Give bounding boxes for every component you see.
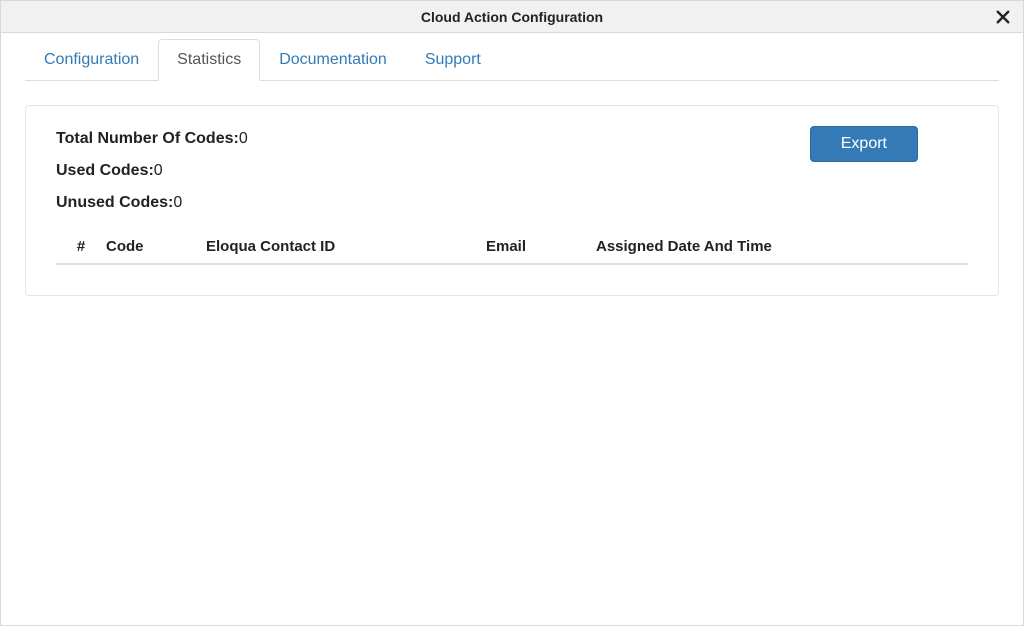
tab-documentation[interactable]: Documentation bbox=[260, 39, 406, 81]
table-header-row: # Code Eloqua Contact ID Email Assigned … bbox=[56, 230, 968, 265]
stat-total-label: Total Number Of Codes: bbox=[56, 130, 239, 147]
stat-unused-value: 0 bbox=[173, 194, 182, 211]
modal-container: Cloud Action Configuration Configuration… bbox=[0, 0, 1024, 626]
col-header-code: Code bbox=[106, 238, 206, 255]
tab-bar: Configuration Statistics Documentation S… bbox=[25, 39, 999, 81]
tab-statistics[interactable]: Statistics bbox=[158, 39, 260, 81]
stat-used-value: 0 bbox=[154, 162, 163, 179]
stat-total-value: 0 bbox=[239, 130, 248, 147]
modal-body: Configuration Statistics Documentation S… bbox=[1, 33, 1023, 625]
stats-block: Total Number Of Codes:0 Used Codes:0 Unu… bbox=[56, 126, 248, 212]
export-button[interactable]: Export bbox=[810, 126, 918, 162]
col-header-num: # bbox=[56, 238, 106, 255]
stat-used: Used Codes:0 bbox=[56, 162, 248, 180]
stat-unused-label: Unused Codes: bbox=[56, 194, 173, 211]
stat-used-label: Used Codes: bbox=[56, 162, 154, 179]
col-header-assigned: Assigned Date And Time bbox=[596, 238, 968, 255]
modal-title: Cloud Action Configuration bbox=[421, 9, 603, 25]
stat-total: Total Number Of Codes:0 bbox=[56, 130, 248, 148]
modal-header: Cloud Action Configuration bbox=[1, 1, 1023, 33]
table: # Code Eloqua Contact ID Email Assigned … bbox=[56, 230, 968, 265]
stats-row: Total Number Of Codes:0 Used Codes:0 Unu… bbox=[56, 126, 968, 212]
statistics-panel: Total Number Of Codes:0 Used Codes:0 Unu… bbox=[25, 105, 999, 296]
col-header-contact-id: Eloqua Contact ID bbox=[206, 238, 486, 255]
tab-configuration[interactable]: Configuration bbox=[25, 39, 158, 81]
tab-support[interactable]: Support bbox=[406, 39, 500, 81]
col-header-email: Email bbox=[486, 238, 596, 255]
close-icon bbox=[994, 8, 1012, 26]
stat-unused: Unused Codes:0 bbox=[56, 194, 248, 212]
close-button[interactable] bbox=[991, 5, 1015, 29]
